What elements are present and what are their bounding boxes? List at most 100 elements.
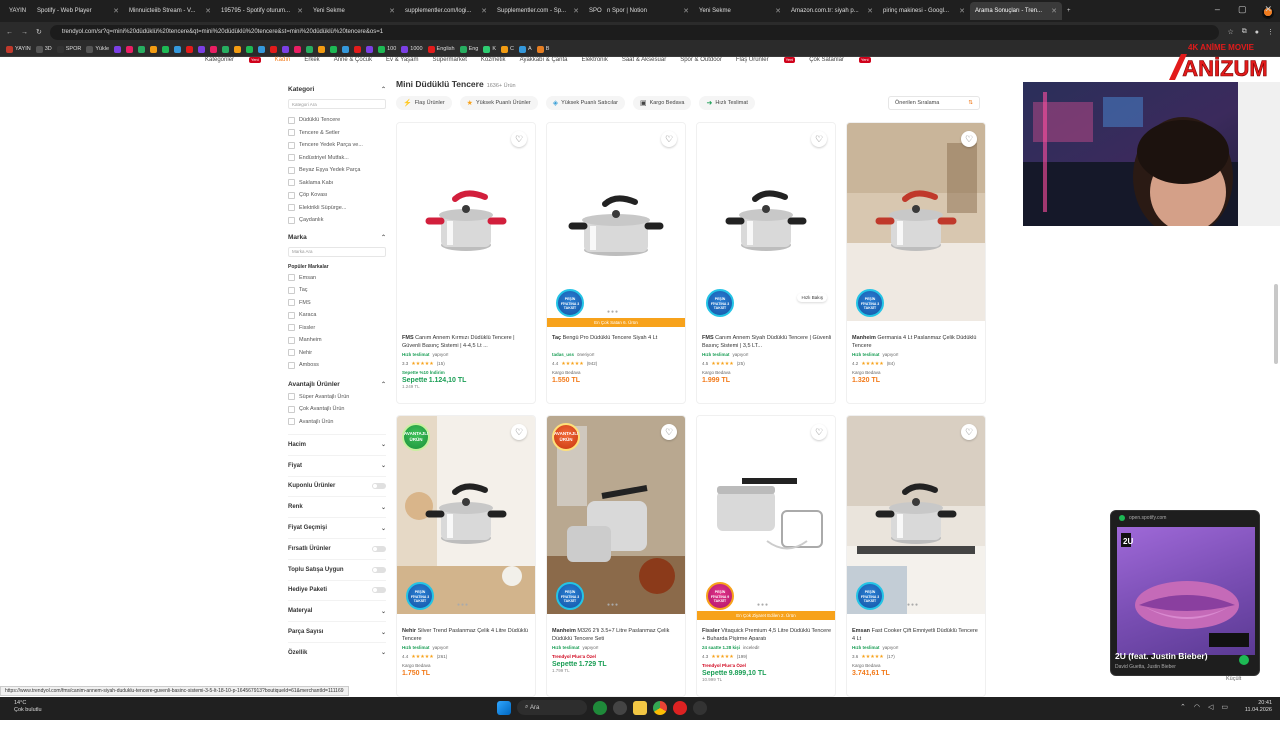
checkbox[interactable] (288, 311, 295, 319)
bookmark-icon[interactable] (354, 45, 362, 53)
reload-icon[interactable]: ↻ (36, 28, 42, 36)
category-nav-item[interactable]: Flaş Ürünler (736, 57, 769, 63)
bookmark-icon[interactable] (270, 45, 278, 53)
windows-start-icon[interactable] (497, 700, 511, 715)
taskbar-search[interactable]: ⌕ Ara (517, 700, 587, 715)
bookmark-item[interactable]: Yükle (86, 45, 109, 53)
extensions-icon[interactable]: ⧉ (1242, 28, 1247, 36)
image-carousel-dots[interactable]: ●●● (757, 602, 769, 608)
bookmark-icon[interactable] (366, 45, 374, 53)
category-nav-item[interactable]: Saat & Aksesuar (622, 57, 666, 63)
product-card[interactable]: ♡ FMS Canım Annem Kırmızı Düdüklü Tencere… (396, 122, 536, 404)
browser-tab[interactable]: Yeni Sekme ✕ (308, 2, 1272, 20)
bookmark-icon[interactable] (150, 45, 158, 53)
browser-tab[interactable]: Spotify - Web Player ✕ (32, 2, 1272, 20)
image-carousel-dots[interactable]: ●●● (607, 309, 619, 315)
tab-close-icon[interactable]: ✕ (205, 7, 211, 15)
chevron-up-icon[interactable]: ⌃ (1180, 703, 1186, 711)
brand-filter-item[interactable]: Fissler (288, 322, 386, 335)
volume-icon[interactable]: ◁ (1208, 703, 1213, 711)
browser-tab[interactable]: Arama Sonuçları - Tren... ✕ (970, 2, 1272, 20)
bookmark-item[interactable]: B (536, 45, 549, 53)
category-nav-item[interactable]: Erkek (304, 57, 319, 63)
browser-tab[interactable]: pirinç makinesi - Googl... ✕ (878, 2, 1272, 20)
marka-search-input[interactable]: Marka Ara (288, 246, 386, 257)
maximize-icon[interactable]: ▢ (1238, 4, 1247, 15)
favorite-heart-icon[interactable]: ♡ (511, 131, 527, 147)
browser-tab[interactable]: 195795 - Spotify oturum... ✕ (216, 2, 1272, 20)
category-filter-item[interactable]: Tencere Yedek Parça ve... (288, 139, 386, 152)
category-filter-item[interactable]: Beyaz Eşya Yedek Parça (288, 164, 386, 177)
advantage-filter-item[interactable]: Süper Avantajlı Ürün (288, 391, 386, 404)
category-filter-item[interactable]: Elektrikli Süpürge... (288, 202, 386, 215)
quick-filter-chip[interactable]: ▣ Kargo Bedava (632, 96, 692, 110)
checkbox[interactable] (288, 274, 295, 282)
tab-close-icon[interactable]: ✕ (481, 7, 487, 15)
filter-section-3[interactable]: Renk ⌄ (288, 496, 386, 517)
bookmark-icon[interactable] (258, 45, 266, 53)
category-nav-item[interactable]: Kozmetik (481, 57, 506, 63)
battery-icon[interactable]: ▭ (1221, 703, 1228, 711)
checkbox[interactable] (288, 324, 295, 332)
tab-close-icon[interactable]: ✕ (113, 7, 119, 15)
tab-close-icon[interactable]: ✕ (297, 7, 303, 15)
obs-icon[interactable] (693, 700, 707, 715)
favorite-heart-icon[interactable]: ♡ (811, 424, 827, 440)
profile-avatar[interactable]: ● (1255, 29, 1259, 36)
bookmark-icon[interactable] (306, 45, 314, 53)
settings-icon[interactable] (613, 700, 627, 715)
bookmark-item[interactable]: Eng (459, 45, 478, 53)
sort-select[interactable]: Önerilen Sıralama ⇅ (888, 96, 980, 110)
chrome-icon[interactable] (653, 700, 667, 715)
advantage-filter-item[interactable]: Avantajlı Ürün (288, 416, 386, 429)
play-status-icon[interactable] (1239, 655, 1249, 665)
browser-tab[interactable]: Amazon.com.tr: siyah p... ✕ (786, 2, 1272, 20)
category-nav-item[interactable]: Ayakkabı & Çanta (520, 57, 568, 63)
file-explorer-icon[interactable] (633, 700, 647, 715)
tab-close-icon[interactable]: ✕ (867, 7, 873, 15)
checkbox[interactable] (288, 129, 295, 137)
minimize-icon[interactable]: – (1215, 4, 1220, 15)
xbox-icon[interactable] (593, 700, 607, 715)
category-filter-item[interactable]: Tencere & Setler (288, 127, 386, 140)
quick-view-button[interactable]: Hızlı Bakış (797, 293, 827, 302)
bookmark-item[interactable]: SPOR (56, 45, 81, 53)
product-card[interactable]: ♡ AVANTAJLI ÜRÜN PEŞİN FİYATINA 3 TAKSİT ●●… (396, 415, 536, 697)
checkbox[interactable] (288, 154, 295, 162)
toggle-switch[interactable] (372, 587, 386, 594)
bookmark-item[interactable]: K (483, 45, 496, 53)
checkbox[interactable] (288, 336, 295, 344)
checkbox[interactable] (288, 418, 295, 426)
browser-tab[interactable]: SPOR (584, 2, 1272, 20)
tab-close-icon[interactable]: ✕ (573, 7, 579, 15)
checkbox[interactable] (288, 361, 295, 369)
checkbox[interactable] (288, 166, 295, 174)
bookmark-icon[interactable] (342, 45, 350, 53)
tab-close-icon[interactable]: ✕ (1051, 7, 1057, 15)
category-filter-item[interactable]: Düdüklü Tencere (288, 114, 386, 127)
bookmark-icon[interactable] (174, 45, 182, 53)
bookmark-item[interactable]: YAYIN (6, 45, 31, 53)
category-nav-item[interactable]: Anne & Çocuk (334, 57, 372, 63)
category-filter-item[interactable]: Çaydanlık (288, 214, 386, 227)
category-nav-item[interactable]: Süpermarket (433, 57, 467, 63)
filter-section-8[interactable]: Materyal ⌄ (288, 600, 386, 621)
collapse-button[interactable]: Küçült (1226, 676, 1241, 682)
toggle-switch[interactable] (372, 545, 386, 552)
checkbox[interactable] (288, 349, 295, 357)
category-nav-item[interactable]: Kadın (275, 57, 291, 63)
browser-tab[interactable]: Yeni Sekme ✕ (694, 2, 1272, 20)
brand-filter-item[interactable]: Manheim (288, 334, 386, 347)
bookmark-icon[interactable] (282, 45, 290, 53)
product-name[interactable]: Manheim M326 2'li 3.5+7 Litre Paslanmaz … (552, 627, 682, 643)
bookmark-icon[interactable] (234, 45, 242, 53)
category-filter-item[interactable]: Çöp Kovası (288, 189, 386, 202)
wifi-icon[interactable]: ◠ (1194, 703, 1200, 711)
checkbox[interactable] (288, 191, 295, 199)
browser-tab[interactable]: supplementler.com/logi... ✕ (400, 2, 1272, 20)
favorite-heart-icon[interactable]: ♡ (961, 131, 977, 147)
filter-section-6[interactable]: Toplu Satışa Uygun (288, 558, 386, 580)
checkbox[interactable] (288, 204, 295, 212)
bookmark-icon[interactable] (198, 45, 206, 53)
bookmark-icon[interactable] (186, 45, 194, 53)
